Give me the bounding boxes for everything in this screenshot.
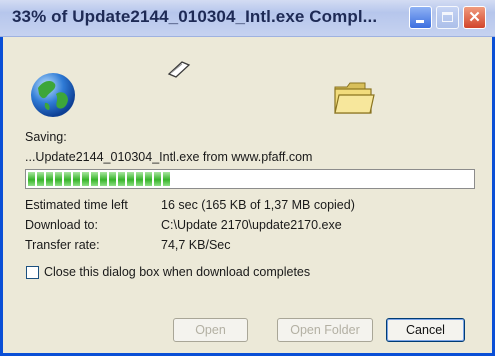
folder-icon: [334, 82, 375, 114]
progress-segment: [145, 172, 152, 186]
title-bar[interactable]: 33% of Update2144_010304_Intl.exe Compl.…: [0, 0, 495, 37]
open-folder-button[interactable]: Open Folder: [277, 318, 373, 342]
saving-label: Saving:: [25, 130, 67, 144]
download-dialog: 33% of Update2144_010304_Intl.exe Compl.…: [0, 0, 495, 356]
minimize-icon: [416, 20, 424, 23]
progress-segment: [109, 172, 116, 186]
flying-document-icon: [167, 61, 191, 78]
download-progress-bar: [25, 169, 475, 189]
close-when-done-checkbox[interactable]: [26, 266, 39, 279]
cancel-button[interactable]: Cancel: [386, 318, 465, 342]
progress-segment: [73, 172, 80, 186]
open-button[interactable]: Open: [173, 318, 248, 342]
progress-segment: [82, 172, 89, 186]
minimize-button[interactable]: [409, 6, 432, 29]
transfer-rate-value: 74,7 KB/Sec: [161, 238, 231, 252]
progress-segment: [163, 172, 170, 186]
maximize-button[interactable]: [436, 6, 459, 29]
progress-segment: [28, 172, 35, 186]
estimated-time-value: 16 sec (165 KB of 1,37 MB copied): [161, 198, 355, 212]
progress-segment: [64, 172, 71, 186]
download-to-value: C:\Update 2170\update2170.exe: [161, 218, 342, 232]
progress-segment: [118, 172, 125, 186]
progress-segment: [46, 172, 53, 186]
close-when-done-label[interactable]: Close this dialog box when download comp…: [44, 265, 310, 279]
download-source: ...Update2144_010304_Intl.exe from www.p…: [25, 150, 313, 164]
progress-segment: [55, 172, 62, 186]
progress-segment: [127, 172, 134, 186]
progress-segment: [100, 172, 107, 186]
progress-segment: [91, 172, 98, 186]
globe-icon: [31, 73, 75, 117]
progress-segment: [154, 172, 161, 186]
window-title: 33% of Update2144_010304_Intl.exe Compl.…: [12, 7, 378, 26]
maximize-icon: [442, 12, 453, 22]
progress-segment: [136, 172, 143, 186]
transfer-rate-label: Transfer rate:: [25, 238, 100, 252]
close-icon: ✕: [468, 9, 481, 26]
progress-segment: [37, 172, 44, 186]
close-button[interactable]: ✕: [463, 6, 486, 29]
estimated-time-label: Estimated time left: [25, 198, 128, 212]
progress-fill: [28, 172, 170, 186]
download-to-label: Download to:: [25, 218, 98, 232]
